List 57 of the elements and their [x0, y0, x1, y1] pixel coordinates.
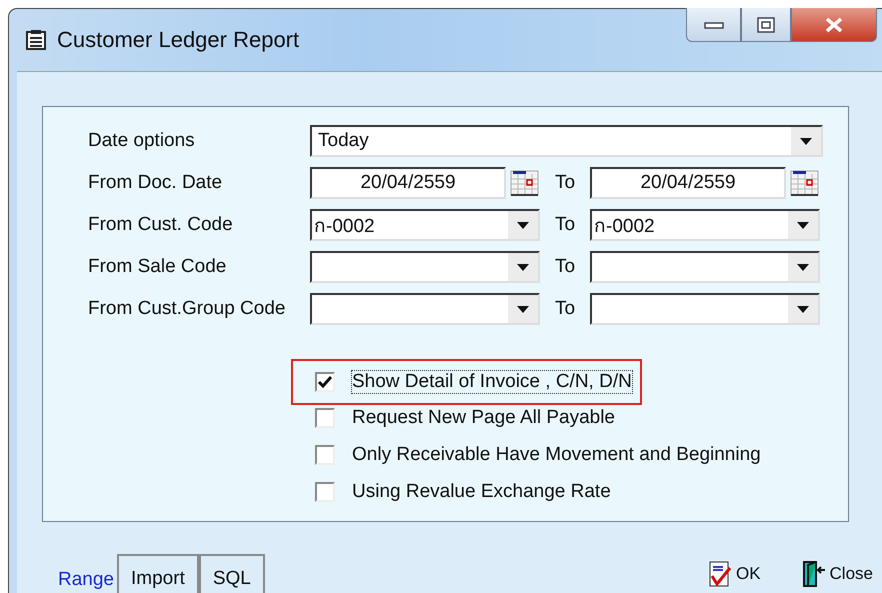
checkbox[interactable]: [315, 444, 335, 464]
caret-icon: [517, 222, 529, 228]
maximize-icon: [757, 16, 775, 32]
caret-icon: [797, 306, 809, 312]
door-exit-icon: [800, 560, 827, 588]
report-icon: [25, 29, 47, 51]
checkbox-label[interactable]: Only Receivable Have Movement and Beginning: [351, 442, 762, 466]
checkbox-label[interactable]: Using Revalue Exchange Rate: [351, 480, 612, 504]
calendar-icon[interactable]: [789, 168, 820, 198]
dropdown-button[interactable]: [788, 211, 818, 239]
field-label: To: [554, 214, 576, 236]
close-button[interactable]: Close: [800, 560, 873, 588]
checkbox[interactable]: [315, 408, 335, 428]
dropdown-field[interactable]: [310, 293, 540, 325]
caret-icon: [800, 138, 812, 144]
dropdown-field[interactable]: [310, 251, 540, 283]
caret-icon: [517, 264, 529, 270]
dropdown-field[interactable]: ก-0002: [310, 209, 540, 241]
minimize-button[interactable]: [686, 8, 741, 42]
dropdown-field[interactable]: [590, 251, 820, 283]
dropdown-button[interactable]: [791, 127, 821, 155]
dropdown-button[interactable]: [508, 253, 538, 281]
maximize-button[interactable]: [741, 8, 791, 42]
caret-icon: [517, 306, 529, 312]
close-icon: [824, 16, 844, 32]
dropdown-button[interactable]: [508, 211, 538, 239]
field-label: From Cust.Group Code: [88, 298, 286, 320]
dropdown-button[interactable]: [508, 295, 538, 323]
close-button[interactable]: [791, 8, 877, 42]
dropdown-field[interactable]: [590, 293, 820, 325]
checked-document-icon: [706, 560, 733, 588]
calendar-icon[interactable]: [509, 168, 540, 198]
minimize-icon: [704, 20, 724, 30]
dropdown-field[interactable]: ก-0002: [590, 209, 820, 241]
field-label: To: [554, 256, 576, 278]
field-label: From Cust. Code: [88, 214, 234, 236]
field-label: To: [554, 172, 576, 194]
checkbox-label[interactable]: Request New Page All Payable: [351, 406, 616, 430]
field-label: From Doc. Date: [88, 172, 224, 194]
field-label: From Sale Code: [88, 256, 228, 278]
dropdown-field[interactable]: Today: [310, 125, 823, 157]
field-label: To: [554, 298, 576, 320]
field-label: Date options: [88, 130, 196, 152]
caret-icon: [797, 264, 809, 270]
ok-button[interactable]: OK: [706, 560, 761, 588]
dropdown-button[interactable]: [788, 253, 818, 281]
date-field[interactable]: 20/04/2559: [310, 167, 506, 199]
tab[interactable]: Import: [117, 554, 199, 593]
date-field[interactable]: 20/04/2559: [590, 167, 786, 199]
checkbox[interactable]: [315, 482, 335, 502]
checkbox-label[interactable]: Show Detail of Invoice , C/N, D/N: [351, 370, 633, 394]
caret-icon: [797, 222, 809, 228]
tab[interactable]: SQL: [198, 554, 265, 593]
check-icon: [318, 376, 332, 388]
dropdown-button[interactable]: [788, 295, 818, 323]
window-title: Customer Ledger Report: [57, 27, 300, 53]
checkbox[interactable]: [315, 372, 335, 392]
